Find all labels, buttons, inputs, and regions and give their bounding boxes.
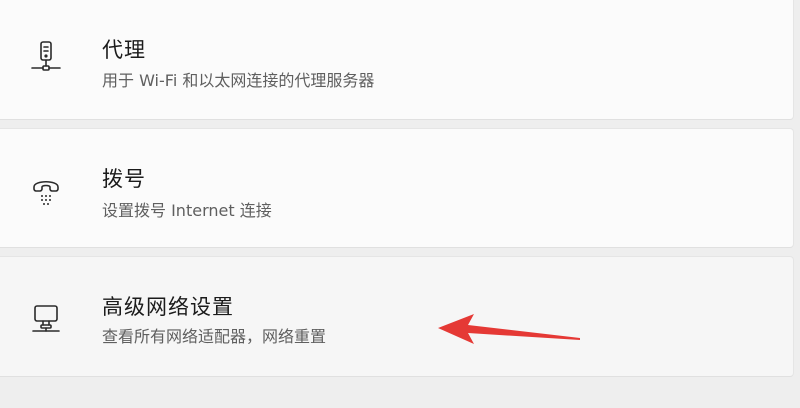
settings-item-proxy[interactable]: 代理 用于 Wi-Fi 和以太网连接的代理服务器 xyxy=(0,0,794,120)
advanced-network-title: 高级网络设置 xyxy=(102,295,234,319)
network-computer-icon xyxy=(28,301,64,337)
settings-item-dialup[interactable]: 拨号 设置拨号 Internet 连接 xyxy=(0,128,794,248)
advanced-network-description: 查看所有网络适配器，网络重置 xyxy=(102,327,327,346)
settings-item-advanced-network[interactable]: 高级网络设置 查看所有网络适配器，网络重置 xyxy=(0,256,794,377)
dialup-phone-icon xyxy=(28,173,64,209)
annotation-arrow xyxy=(430,308,590,348)
dialup-description: 设置拨号 Internet 连接 xyxy=(102,201,272,220)
proxy-server-icon xyxy=(28,39,64,75)
proxy-title: 代理 xyxy=(102,38,146,62)
dialup-title: 拨号 xyxy=(102,167,146,191)
proxy-description: 用于 Wi-Fi 和以太网连接的代理服务器 xyxy=(102,71,375,90)
